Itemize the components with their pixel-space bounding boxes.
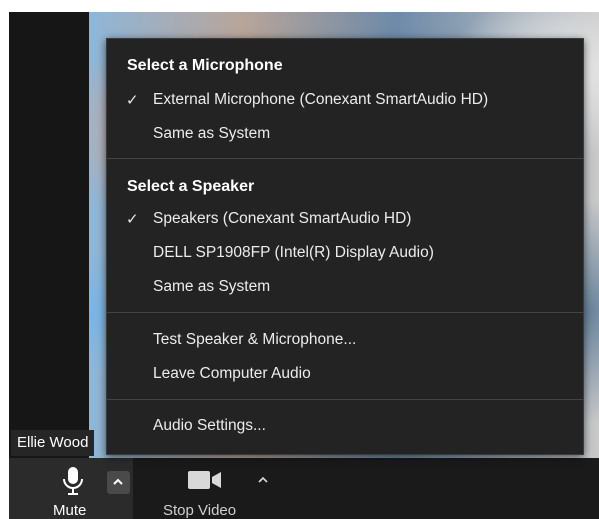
- menu-item-test-speaker-microphone[interactable]: Test Speaker & Microphone...: [107, 326, 583, 356]
- participant-name-label: Ellie Wood: [11, 430, 95, 456]
- menu-item-label: DELL SP1908FP (Intel(R) Display Audio): [153, 244, 434, 261]
- stop-video-button[interactable]: Stop Video: [149, 458, 269, 519]
- select-speaker-heading: Select a Speaker: [127, 178, 255, 195]
- zoom-meeting-window: Ellie Wood Mute Stop Video Select a Micr…: [0, 0, 599, 519]
- menu-item-speakers-conexant[interactable]: ✓ Speakers (Conexant SmartAudio HD): [107, 205, 583, 235]
- menu-item-external-microphone[interactable]: ✓ External Microphone (Conexant SmartAud…: [107, 86, 583, 116]
- mute-label: Mute: [53, 502, 87, 519]
- menu-item-label: External Microphone (Conexant SmartAudio…: [153, 91, 489, 108]
- audio-options-caret[interactable]: [107, 471, 130, 494]
- checkmark-icon: ✓: [126, 211, 139, 228]
- menu-item-label: Same as System: [153, 278, 271, 295]
- menu-item-label: Speakers (Conexant SmartAudio HD): [153, 210, 412, 227]
- menu-item-label: Audio Settings...: [153, 417, 266, 434]
- menu-item-mic-same-as-system[interactable]: Same as System: [107, 120, 583, 150]
- stop-video-label: Stop Video: [163, 502, 237, 519]
- audio-options-menu: Select a Microphone ✓ External Microphon…: [106, 38, 584, 455]
- select-microphone-heading: Select a Microphone: [127, 57, 283, 74]
- menu-item-speaker-same-as-system[interactable]: Same as System: [107, 273, 583, 303]
- menu-divider: [107, 399, 583, 400]
- menu-item-dell-display-audio[interactable]: DELL SP1908FP (Intel(R) Display Audio): [107, 239, 583, 269]
- menu-item-audio-settings[interactable]: Audio Settings...: [107, 412, 583, 442]
- microphone-icon: [63, 467, 83, 495]
- menu-divider: [107, 312, 583, 313]
- menu-divider: [107, 158, 583, 159]
- meeting-toolbar: Mute Stop Video: [9, 458, 599, 519]
- video-options-caret[interactable]: [257, 475, 269, 485]
- checkmark-icon: ✓: [126, 92, 139, 109]
- menu-item-label: Same as System: [153, 125, 271, 142]
- mute-button[interactable]: Mute: [9, 458, 133, 519]
- chevron-up-icon: [113, 478, 123, 485]
- menu-item-leave-computer-audio[interactable]: Leave Computer Audio: [107, 360, 583, 390]
- camera-icon: [188, 471, 221, 489]
- menu-item-label: Leave Computer Audio: [153, 365, 311, 382]
- menu-item-label: Test Speaker & Microphone...: [153, 331, 357, 348]
- video-left-strip: [9, 12, 89, 458]
